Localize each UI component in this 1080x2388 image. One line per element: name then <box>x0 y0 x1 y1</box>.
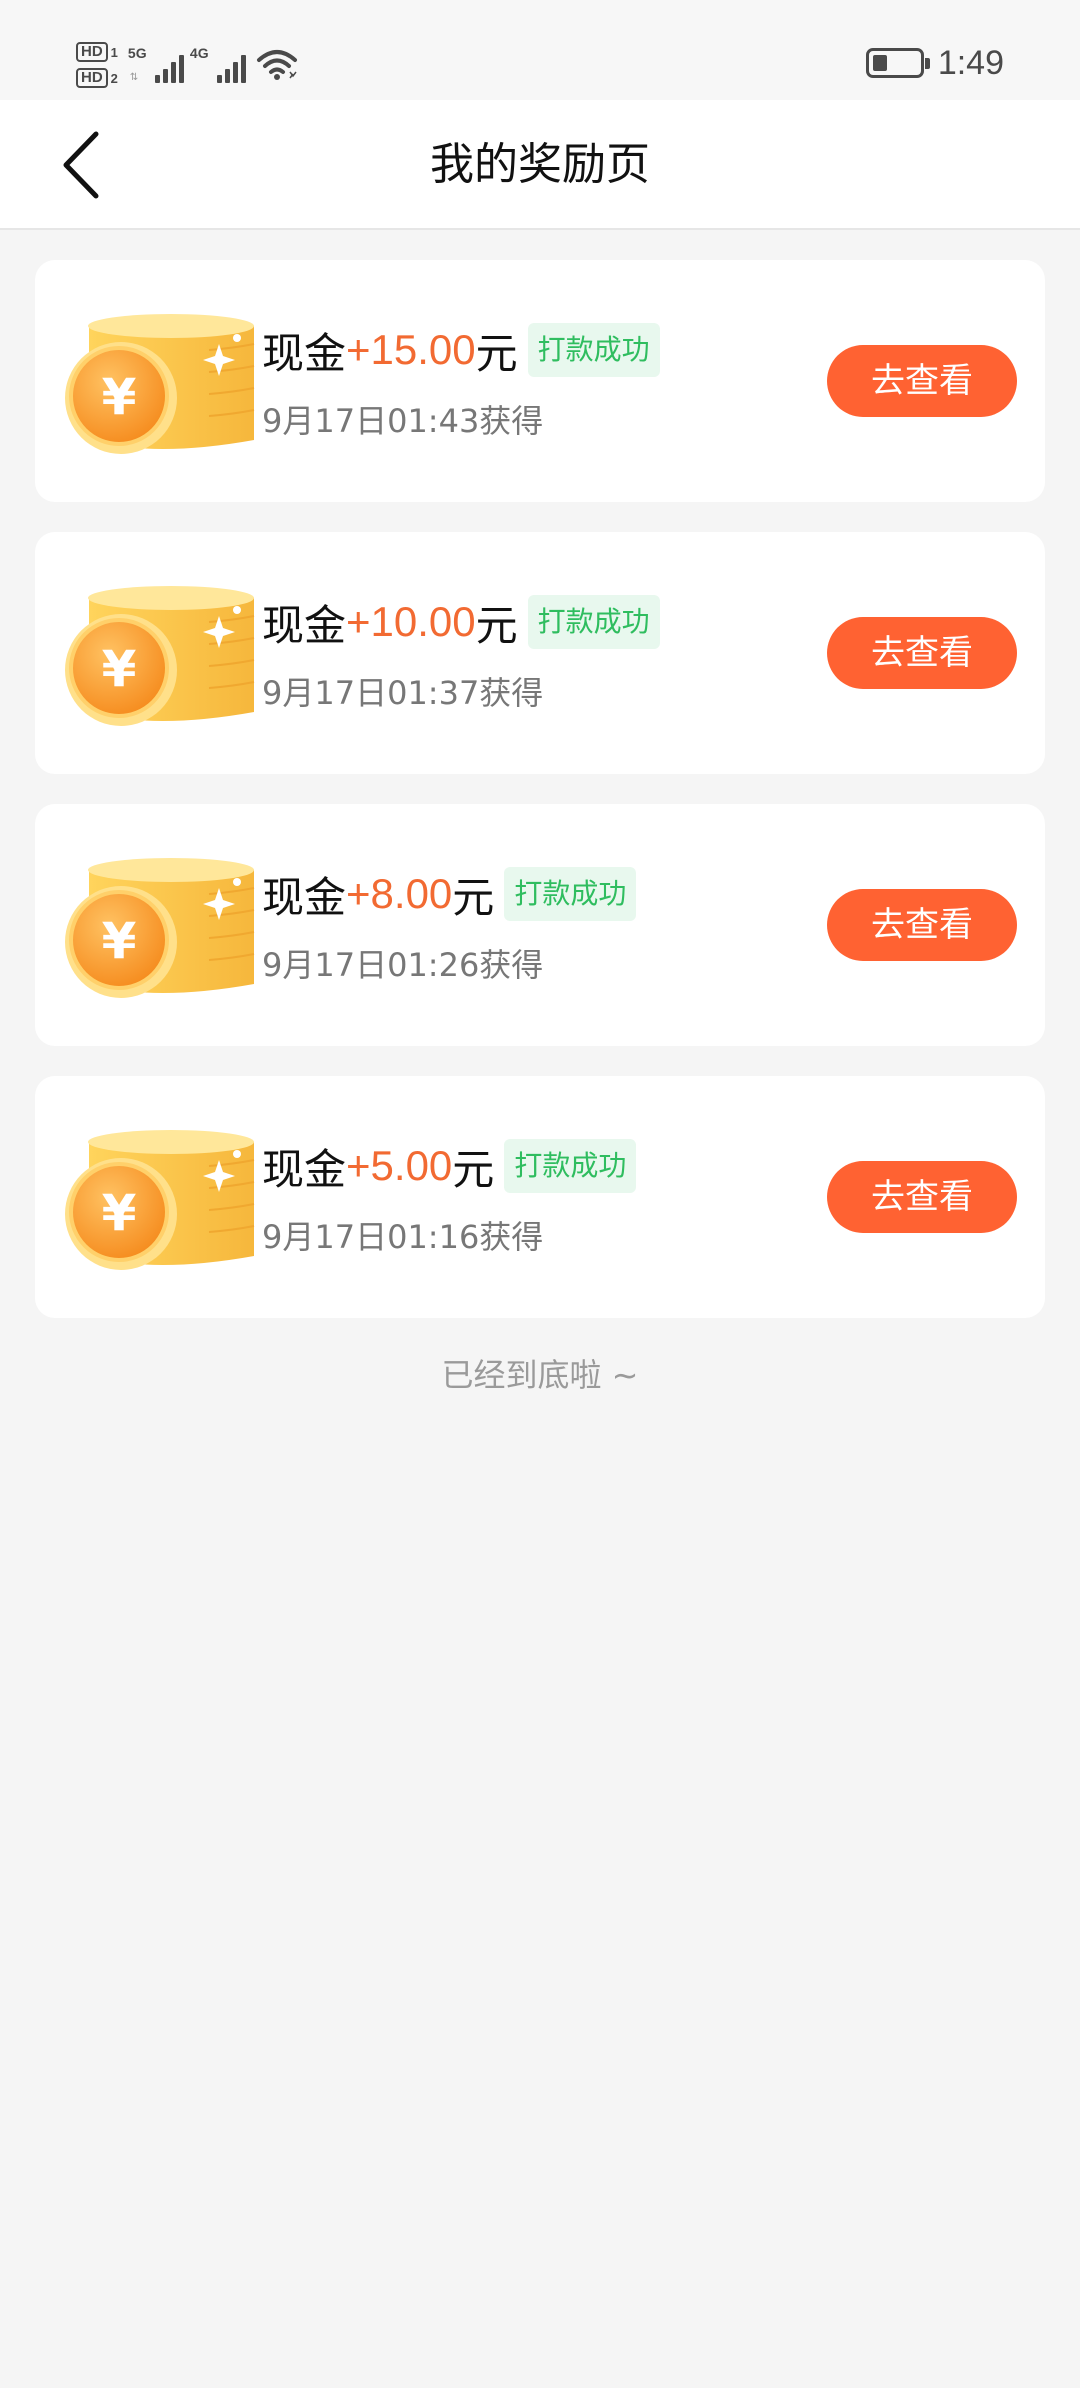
nav-bar: 我的奖励页 <box>0 100 1080 230</box>
status-badge: 打款成功 <box>527 595 660 649</box>
status-bar: HD 1 HD 2 5G ⇅ 4G 1:49 <box>0 0 1080 100</box>
reward-title: 现金 +10.00 元 打款成功 <box>262 592 660 652</box>
svg-text:¥: ¥ <box>102 640 137 698</box>
currency-unit: 元 <box>452 872 495 922</box>
sim2-indicator: HD 2 <box>76 68 118 88</box>
reward-title: 现金 +8.00 元 打款成功 <box>262 864 637 924</box>
reward-title: 现金 +15.00 元 打款成功 <box>262 320 660 380</box>
reward-type: 现金 <box>262 1144 347 1194</box>
status-badge: 打款成功 <box>527 323 660 377</box>
view-button[interactable]: 去查看 <box>827 1161 1017 1233</box>
status-clock: 1:49 <box>937 43 1004 82</box>
svg-text:¥: ¥ <box>102 1184 137 1242</box>
signal-icon <box>216 55 246 83</box>
svg-text:¥: ¥ <box>102 368 137 426</box>
battery-icon <box>865 48 930 78</box>
reward-amount: +10.00 <box>346 598 476 645</box>
reward-amount: +8.00 <box>346 870 453 917</box>
reward-list: ¥ 现金 +15.00 元 打款成功 9月17日01:43获得 去查看 ¥ 现金… <box>35 260 1045 1348</box>
signal-4g: 4G <box>190 43 246 87</box>
reward-amount: +5.00 <box>346 1142 453 1189</box>
coin-stack-icon: ¥ <box>65 858 255 998</box>
wifi-icon <box>256 50 297 80</box>
reward-type: 现金 <box>262 600 347 650</box>
sim1-indicator: HD 1 <box>76 42 118 62</box>
signal-5g: 5G ⇅ <box>128 43 184 87</box>
data-arrows-icon: ⇅ <box>129 72 139 83</box>
reward-title: 现金 +5.00 元 打款成功 <box>262 1136 637 1196</box>
sim-number: 1 <box>110 44 118 60</box>
reward-time: 9月17日01:37获得 <box>262 674 544 712</box>
network-type-label: 4G <box>189 45 209 61</box>
reward-time: 9月17日01:43获得 <box>262 402 544 440</box>
page-title: 我的奖励页 <box>430 139 650 190</box>
signal-icon <box>154 55 184 83</box>
reward-type: 现金 <box>262 328 347 378</box>
status-bar-right: 1:49 <box>865 40 1004 86</box>
status-badge: 打款成功 <box>504 1139 637 1193</box>
coin-stack-icon: ¥ <box>65 586 255 726</box>
reward-time: 9月17日01:16获得 <box>262 1218 544 1256</box>
currency-unit: 元 <box>475 600 518 650</box>
list-end-text: 已经到底啦 ~ <box>441 1356 639 1394</box>
hd-badge: HD <box>76 68 108 88</box>
status-badge: 打款成功 <box>504 867 637 921</box>
reward-card: ¥ 现金 +15.00 元 打款成功 9月17日01:43获得 去查看 <box>35 260 1045 502</box>
network-type-label: 5G <box>127 45 147 61</box>
coin-stack-icon: ¥ <box>65 314 255 454</box>
sim-indicators: HD 1 HD 2 <box>76 42 118 88</box>
reward-card: ¥ 现金 +8.00 元 打款成功 9月17日01:26获得 去查看 <box>35 804 1045 1046</box>
view-button[interactable]: 去查看 <box>827 345 1017 417</box>
view-button[interactable]: 去查看 <box>827 617 1017 689</box>
reward-type: 现金 <box>262 872 347 922</box>
status-bar-left: HD 1 HD 2 5G ⇅ 4G <box>76 34 298 96</box>
coin-stack-icon: ¥ <box>65 1130 255 1270</box>
reward-amount: +15.00 <box>346 326 476 373</box>
view-button[interactable]: 去查看 <box>827 889 1017 961</box>
currency-unit: 元 <box>452 1144 495 1194</box>
svg-text:¥: ¥ <box>102 912 137 970</box>
reward-card: ¥ 现金 +10.00 元 打款成功 9月17日01:37获得 去查看 <box>35 532 1045 774</box>
reward-time: 9月17日01:26获得 <box>262 946 544 984</box>
currency-unit: 元 <box>475 328 518 378</box>
sim-number: 2 <box>110 70 118 86</box>
hd-badge: HD <box>76 42 108 62</box>
reward-card: ¥ 现金 +5.00 元 打款成功 9月17日01:16获得 去查看 <box>35 1076 1045 1318</box>
